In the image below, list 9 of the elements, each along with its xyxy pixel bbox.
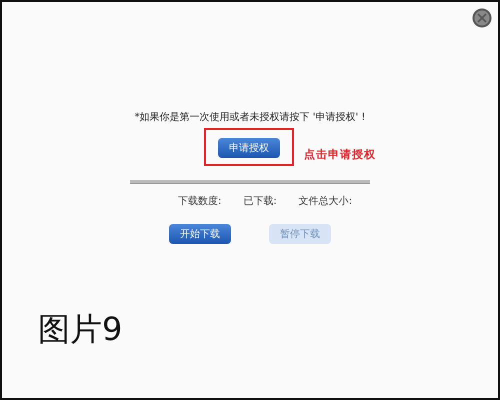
stat-label: 下载数度: (178, 194, 222, 208)
start-button[interactable]: 开始下载 (169, 224, 231, 244)
close-icon[interactable] (472, 8, 492, 28)
notice-text: *如果你是第一次使用或者未授权请按下 '申请授权' ! (134, 110, 366, 124)
caption: 图片9 (38, 309, 122, 350)
annotation-text: 点击申请授权 (304, 147, 376, 162)
stat-label: 已下载: (243, 194, 277, 208)
request-button[interactable]: 申请授权 (218, 138, 280, 158)
stat-label: 文件总大小: (298, 194, 352, 208)
